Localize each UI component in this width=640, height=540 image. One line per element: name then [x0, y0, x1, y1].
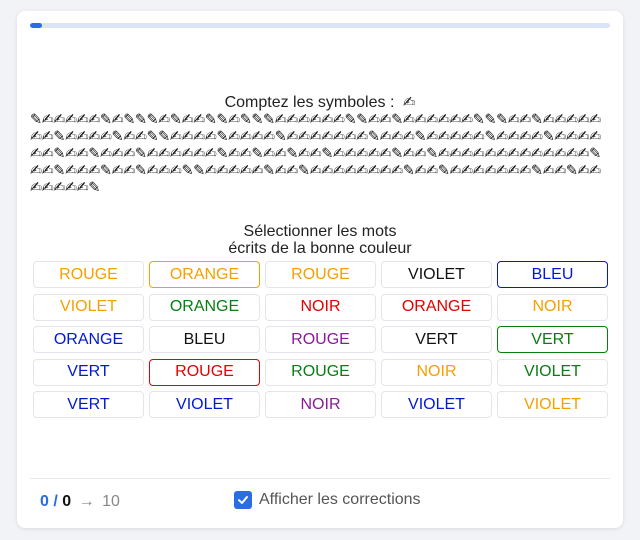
- corrections-label: Afficher les corrections: [259, 491, 421, 508]
- count-prompt: Comptez les symboles : ✍: [17, 93, 623, 112]
- word-button[interactable]: VIOLET: [33, 293, 144, 321]
- word-button[interactable]: VIOLET: [497, 358, 608, 386]
- score-goal: 10: [102, 493, 120, 510]
- checkmark-icon: [238, 496, 248, 504]
- word-grid: ROUGE ORANGE ROUGE VIOLET BLEU VIOLET ORANGE NO…: [33, 261, 608, 418]
- word-button[interactable]: VERT: [33, 358, 144, 386]
- exercise-card: Comptez les symboles : ✍ ✎✍✍✍✍✍✎✍✎✎✎✍✎✍✍…: [17, 11, 623, 528]
- arrow-icon: →: [78, 493, 95, 510]
- word-button[interactable]: ROUGE: [265, 326, 376, 353]
- word-button[interactable]: NOIR: [497, 293, 608, 321]
- words-instruction-line2: écrits de la bonne couleur: [228, 240, 412, 257]
- target-symbol-icon: ✍: [402, 93, 416, 111]
- score-wrong: 0: [62, 493, 72, 510]
- word-button[interactable]: ROUGE: [265, 261, 376, 288]
- words-instruction-line1: Sélectionner les mots: [243, 223, 397, 240]
- footer-divider: [30, 478, 610, 479]
- word-button[interactable]: ROUGE: [149, 358, 260, 386]
- word-button[interactable]: NOIR: [265, 293, 376, 321]
- progress-bar: [30, 23, 610, 28]
- count-prompt-text: Comptez les symboles :: [224, 94, 395, 111]
- word-button[interactable]: VERT: [33, 391, 144, 418]
- word-button[interactable]: ORANGE: [33, 326, 144, 353]
- word-button[interactable]: VIOLET: [381, 391, 492, 418]
- score: 0 / 0 → 10: [40, 493, 120, 511]
- word-button[interactable]: VIOLET: [381, 261, 492, 288]
- show-corrections-toggle[interactable]: Afficher les corrections: [234, 491, 421, 509]
- words-instruction: Sélectionner les mots écrits de la bonne…: [17, 223, 623, 257]
- symbol-sequence: ✎✍✍✍✍✍✎✍✎✎✎✍✎✍✍✎✎✍✎✎✎✍✍✍✍✍✍✎✎✍✍✎✍✍✍✍✍✍✎✎…: [30, 112, 601, 196]
- word-button[interactable]: ORANGE: [149, 293, 260, 321]
- word-button[interactable]: ORANGE: [149, 261, 260, 288]
- word-button[interactable]: ORANGE: [381, 293, 492, 321]
- word-button[interactable]: VIOLET: [497, 391, 608, 418]
- word-button[interactable]: ROUGE: [33, 261, 144, 288]
- word-button[interactable]: BLEU: [497, 261, 608, 288]
- score-separator: /: [53, 493, 58, 510]
- word-button[interactable]: NOIR: [381, 358, 492, 386]
- corrections-checkbox[interactable]: [234, 491, 252, 509]
- word-button[interactable]: BLEU: [149, 326, 260, 353]
- word-button[interactable]: ROUGE: [265, 358, 376, 386]
- progress-fill: [30, 23, 42, 28]
- word-button[interactable]: VERT: [497, 326, 608, 353]
- word-button[interactable]: VERT: [381, 326, 492, 353]
- word-button[interactable]: NOIR: [265, 391, 376, 418]
- word-button[interactable]: VIOLET: [149, 391, 260, 418]
- score-correct: 0: [40, 493, 49, 510]
